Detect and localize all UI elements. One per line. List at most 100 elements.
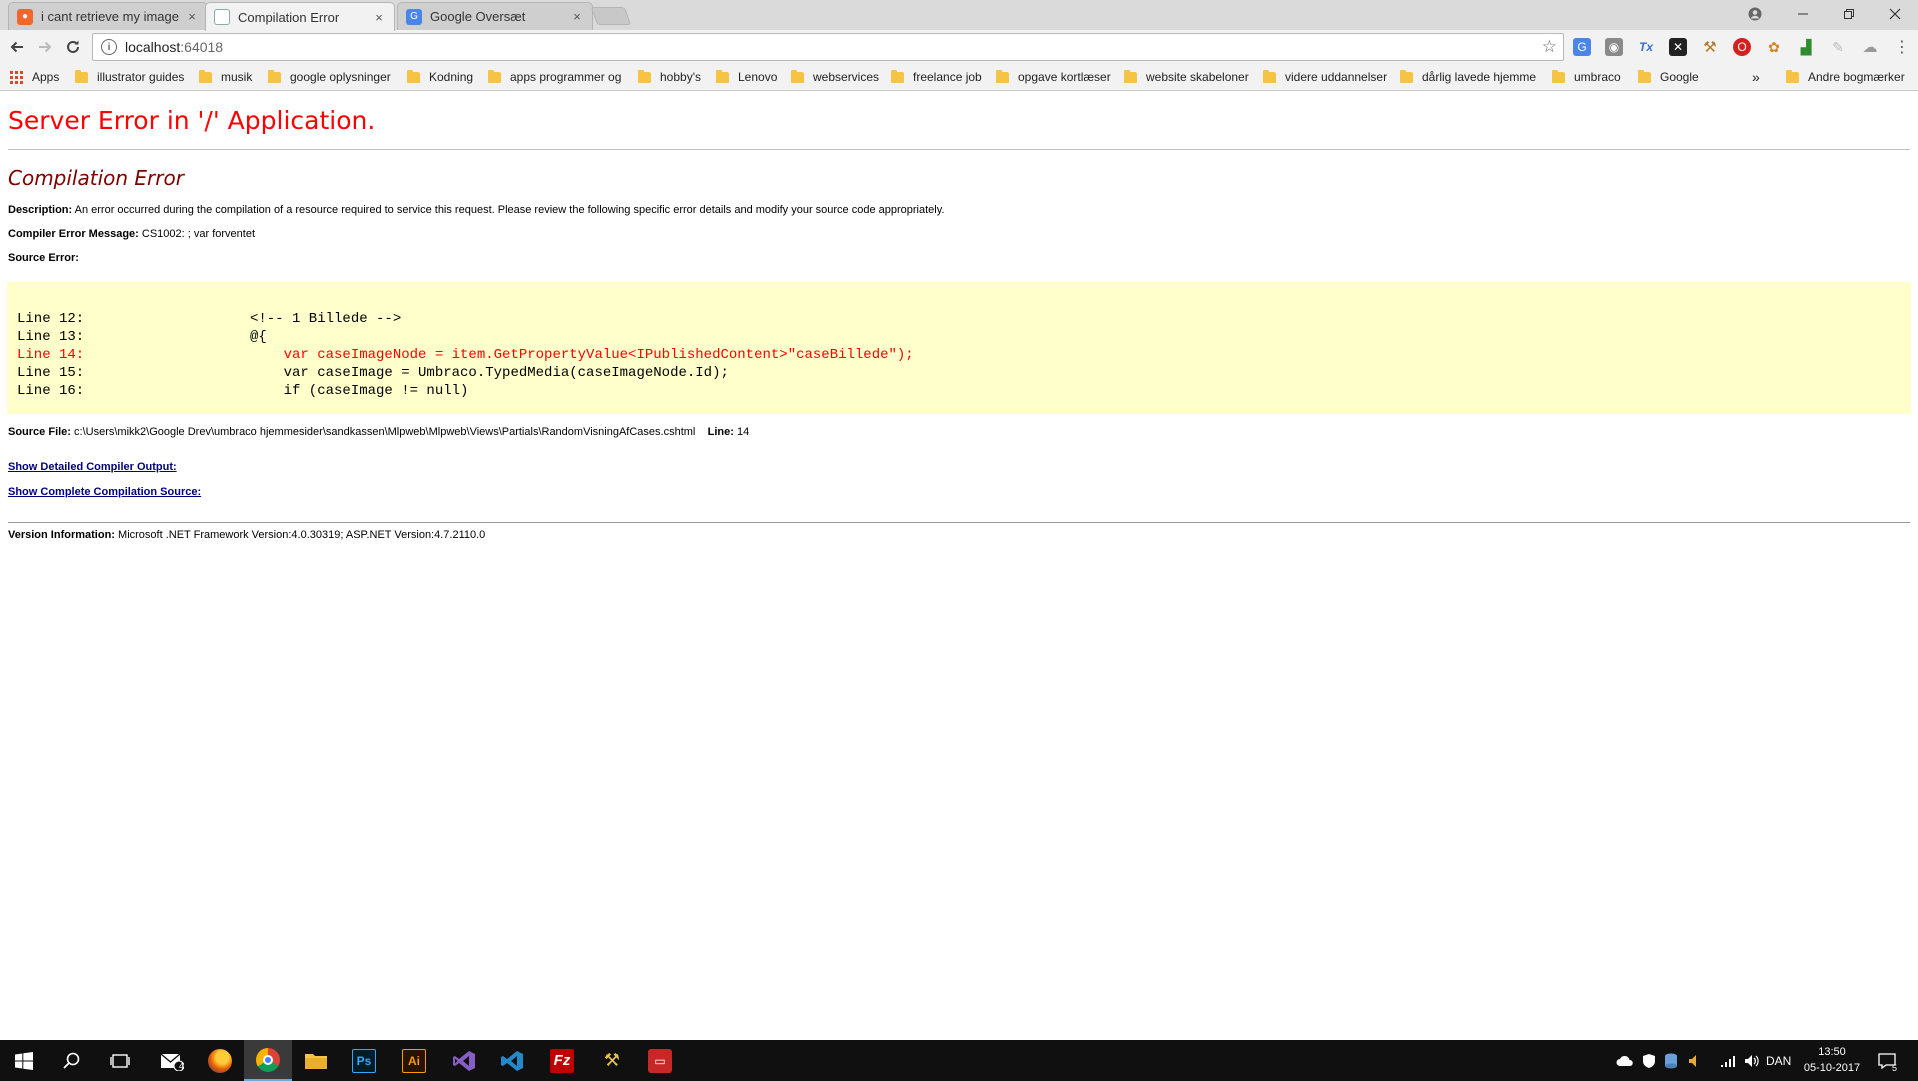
bookmark-folder[interactable]: hobby's [638,68,701,86]
folder-icon [1786,69,1799,83]
back-icon[interactable] [4,34,30,60]
minimize-icon[interactable] [1780,0,1826,28]
code-line-error: Line 14: var caseImageNode = item.GetPro… [17,346,1911,364]
wifi-icon[interactable] [1720,1040,1736,1081]
new-tab-button[interactable] [590,7,632,25]
profile-icon[interactable] [1732,0,1778,28]
bookmark-folder[interactable]: freelance job [891,68,982,86]
address-bar[interactable]: i localhost:64018 ☆ [92,33,1564,61]
reload-icon[interactable] [60,34,86,60]
folder-icon [1124,69,1137,83]
defender-shield-icon[interactable] [1642,1040,1656,1081]
info-icon[interactable]: i [101,39,117,55]
code-text: <!-- 1 Billede --> [250,311,402,327]
bookmark-label: website skabeloner [1146,70,1249,84]
tools-icon[interactable]: ⚒ [588,1040,636,1081]
database-icon[interactable] [1664,1040,1678,1081]
tab-close-icon[interactable]: × [185,9,199,24]
vscode-icon[interactable] [488,1040,536,1081]
bookmark-folder[interactable]: illustrator guides [75,68,184,86]
source-code-box: Line 12: <!-- 1 Billede --> Line 13: @{ Li… [7,282,1911,414]
bookmark-star-icon[interactable]: ☆ [1542,37,1557,57]
close-box-extension-icon[interactable]: ✕ [1669,38,1687,56]
bookmark-folder[interactable]: videre uddannelser [1263,68,1387,86]
illustrator-icon[interactable]: Ai [390,1040,438,1081]
clock-time: 13:50 [1818,1046,1846,1058]
filezilla-icon[interactable]: Fz [538,1040,586,1081]
other-bookmarks[interactable]: Andre bogmærker [1786,68,1905,86]
bookmark-folder[interactable]: opgave kortlæser [996,68,1111,86]
bookmark-folder[interactable]: google oplysninger [268,68,391,86]
bookmarks-bar: Apps illustrator guides musik google opl… [0,64,1918,90]
camera-extension-icon[interactable]: ◉ [1605,38,1623,56]
photoshop-icon[interactable]: Ps [340,1040,388,1081]
google-translate-extension-icon[interactable]: G [1573,38,1591,56]
description-text: An error occurred during the compilation… [72,204,945,216]
tab-umbraco-question[interactable]: ● i cant retrieve my images × [8,2,208,30]
gear-extension-icon[interactable]: ✿ [1765,38,1783,56]
firefox-icon[interactable] [196,1040,244,1081]
bookmark-label: Lenovo [738,70,778,84]
onedrive-icon[interactable] [1616,1040,1634,1081]
folder-icon [996,69,1009,83]
google-translate-icon: G [406,8,422,25]
app-icon[interactable]: ▭ [636,1040,684,1081]
windows-start-icon[interactable] [0,1040,48,1081]
puzzle-extension-icon[interactable]: ✎ [1829,38,1847,56]
tab-google-translate[interactable]: G Google Oversæt × [397,2,593,30]
divider [8,522,1910,523]
line-number: Line 15: [17,365,85,381]
folder-icon [1263,69,1276,83]
tab-compilation-error[interactable]: Compilation Error × [205,2,395,31]
forward-icon[interactable] [32,34,58,60]
error-subtitle: Compilation Error [8,166,184,190]
bookmark-folder[interactable]: Google [1638,68,1699,86]
chart-extension-icon[interactable]: ▟ [1797,38,1815,56]
hammer-extension-icon[interactable]: ⚒ [1701,38,1719,56]
folder-icon [791,69,804,83]
volume-icon[interactable] [1744,1040,1760,1081]
bookmark-folder[interactable]: umbraco [1552,68,1621,86]
divider [8,149,1910,150]
visual-studio-icon[interactable] [440,1040,488,1081]
bookmark-folder[interactable]: apps programmer og [488,68,624,86]
bookmark-apps[interactable]: Apps [10,68,59,86]
code-text: @{ [250,329,267,345]
tab-close-icon[interactable]: × [570,9,584,24]
bookmark-label: umbraco [1574,70,1621,84]
mail-icon[interactable]: 4 [148,1040,196,1081]
opera-extension-icon[interactable]: O [1733,38,1751,56]
restore-icon[interactable] [1826,0,1872,28]
version-label: Version Information: [8,529,115,541]
bookmark-folder[interactable]: musik [199,68,252,86]
bookmark-folder[interactable]: webservices [791,68,879,86]
clock[interactable]: 13:50 05-10-2017 [1798,1044,1866,1076]
file-explorer-icon[interactable] [292,1040,340,1081]
browser-chrome: ● i cant retrieve my images × Compilatio… [0,0,1918,91]
bookmark-folder[interactable]: website skabeloner [1124,68,1249,86]
menu-icon[interactable]: ⋮ [1893,38,1911,56]
action-center-icon[interactable]: 5 [1878,1040,1897,1081]
bookmark-folder[interactable]: Kodning [407,68,473,86]
show-detailed-compiler-output-link[interactable]: Show Detailed Compiler Output: [8,461,177,473]
bookmark-label: illustrator guides [97,70,185,84]
cloud-extension-icon[interactable]: ☁ [1861,38,1879,56]
apps-grid-icon [10,70,23,84]
show-complete-compilation-source-link[interactable]: Show Complete Compilation Source: [8,486,201,498]
url-host: localhost [125,39,181,55]
task-view-icon[interactable] [96,1040,144,1081]
clear-formatting-extension-icon[interactable]: Tx [1637,38,1655,56]
tab-close-icon[interactable]: × [372,10,386,25]
bookmarks-overflow-button[interactable]: » [1752,68,1760,86]
bookmark-folder[interactable]: Lenovo [716,68,777,86]
folder-icon [407,69,420,83]
bookmark-label: google oplysninger [290,70,391,84]
speaker-warning-icon[interactable] [1688,1040,1702,1081]
folder-icon [488,69,501,83]
language-indicator[interactable]: DAN [1766,1040,1791,1081]
search-icon[interactable] [48,1040,96,1081]
chrome-icon[interactable] [244,1040,292,1081]
bookmark-folder[interactable]: dårlig lavede hjemme [1400,68,1542,86]
close-window-icon[interactable] [1872,0,1918,28]
line-value: 14 [733,426,750,438]
